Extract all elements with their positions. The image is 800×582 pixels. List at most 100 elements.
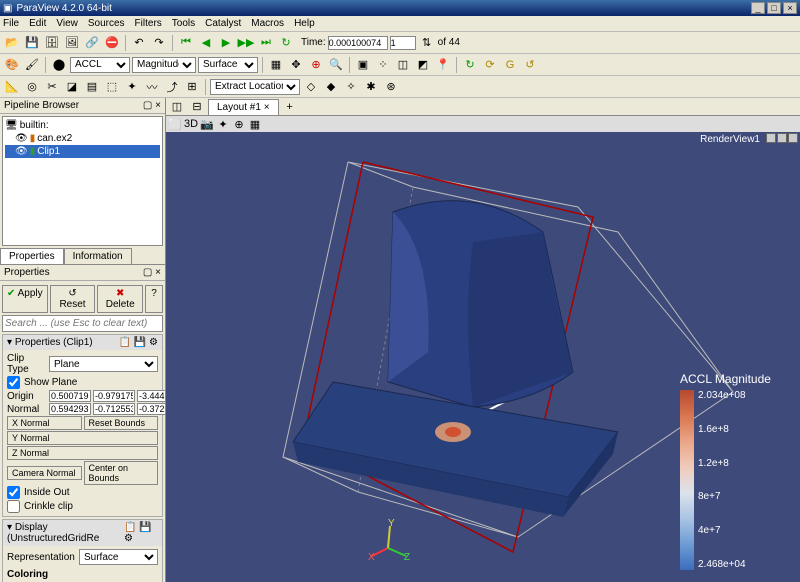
- menu-help[interactable]: Help: [294, 18, 315, 29]
- add-layout-icon[interactable]: +: [281, 98, 299, 116]
- minimize-button[interactable]: _: [751, 2, 765, 14]
- misc-filter3-icon[interactable]: ✧: [342, 78, 360, 96]
- view-3d-icon[interactable]: 3D: [184, 117, 198, 131]
- eye-icon[interactable]: 👁: [15, 133, 28, 144]
- xnormal-button[interactable]: X Normal: [7, 416, 82, 430]
- view-bounds-icon[interactable]: ▦: [248, 117, 262, 131]
- glyph-icon[interactable]: ✦: [123, 78, 141, 96]
- time-frame-input[interactable]: [390, 36, 416, 50]
- menu-macros[interactable]: Macros: [251, 18, 284, 29]
- menu-filters[interactable]: Filters: [135, 18, 162, 29]
- menu-edit[interactable]: Edit: [29, 18, 46, 29]
- misc-filter4-icon[interactable]: ✱: [362, 78, 380, 96]
- frame-spinner-icon[interactable]: ⇅: [418, 34, 436, 52]
- interaction-icon[interactable]: ✥: [287, 56, 305, 74]
- copy-icon[interactable]: 📋: [124, 522, 136, 533]
- restore-icon[interactable]: 💾: [139, 522, 151, 533]
- screenshot-icon[interactable]: 🖼: [63, 34, 81, 52]
- origin-x-input[interactable]: [49, 390, 91, 402]
- dock-close-icon[interactable]: ▢ ×: [143, 100, 161, 111]
- menu-tools[interactable]: Tools: [172, 18, 195, 29]
- zoom-data-icon[interactable]: 🔍: [327, 56, 345, 74]
- select-points-icon[interactable]: ⁘: [374, 56, 392, 74]
- color-legend[interactable]: ACCL Magnitude 2.034e+08 1.6e+8 1.2e+8 8…: [680, 372, 786, 570]
- repr-select[interactable]: Surface: [79, 549, 158, 565]
- render-view[interactable]: RenderView1: [166, 132, 800, 582]
- split-h-icon[interactable]: ◫: [168, 98, 186, 116]
- center-bounds-button[interactable]: Center on Bounds: [84, 461, 159, 485]
- vcr-next-icon[interactable]: ▶▶: [237, 34, 255, 52]
- contour-icon[interactable]: ◎: [23, 78, 41, 96]
- misc-filter5-icon[interactable]: ⊛: [382, 78, 400, 96]
- origin-y-input[interactable]: [93, 390, 135, 402]
- color-preset-icon[interactable]: 🎨: [3, 56, 21, 74]
- tab-information[interactable]: Information: [64, 248, 132, 264]
- help-button[interactable]: ?: [145, 285, 163, 313]
- cube-axes-icon[interactable]: ▦: [267, 56, 285, 74]
- connect-icon[interactable]: 🔗: [83, 34, 101, 52]
- search-input[interactable]: [2, 315, 163, 332]
- tab-properties[interactable]: Properties: [0, 248, 64, 264]
- clip-icon[interactable]: ✂: [43, 78, 61, 96]
- extract-icon[interactable]: ⬚: [103, 78, 121, 96]
- menu-file[interactable]: File: [3, 18, 19, 29]
- normal-x-input[interactable]: [49, 403, 91, 415]
- vcr-first-icon[interactable]: ⏮: [177, 34, 195, 52]
- open-icon[interactable]: 📂: [3, 34, 21, 52]
- probe-icon[interactable]: 📍: [434, 56, 452, 74]
- view-render-icon[interactable]: ⬜: [168, 117, 182, 131]
- copy-icon[interactable]: 📋: [119, 337, 131, 348]
- advanced-toggle-icon[interactable]: ⚙: [149, 337, 158, 348]
- layout-tab[interactable]: Layout #1 ×: [208, 99, 279, 115]
- vcr-loop-icon[interactable]: ↻: [277, 34, 295, 52]
- maximize-button[interactable]: □: [767, 2, 781, 14]
- split-v-icon[interactable]: ⊟: [188, 98, 206, 116]
- menu-sources[interactable]: Sources: [88, 18, 125, 29]
- select-frustum-icon[interactable]: ◫: [394, 56, 412, 74]
- reset-bounds-button[interactable]: Reset Bounds: [84, 416, 159, 430]
- warp-icon[interactable]: ⤴: [163, 78, 181, 96]
- display-section-header[interactable]: ▾ Display (UnstructuredGridRe 📋 💾 ⚙: [3, 520, 162, 546]
- redo-icon[interactable]: ↷: [150, 34, 168, 52]
- znormal-button[interactable]: Z Normal: [7, 446, 158, 460]
- origin-z-input[interactable]: [137, 390, 165, 402]
- clip-section-header[interactable]: ▾ Properties (Clip1) 📋 💾 ⚙: [3, 335, 162, 350]
- stream-icon[interactable]: 〰: [143, 78, 161, 96]
- normal-z-input[interactable]: [137, 403, 165, 415]
- calculator-icon[interactable]: 📐: [3, 78, 21, 96]
- cam-normal-button[interactable]: Camera Normal: [7, 466, 82, 480]
- view-camera-icon[interactable]: 📷: [200, 117, 214, 131]
- undo-icon[interactable]: ↶: [130, 34, 148, 52]
- advanced-toggle-icon[interactable]: ⚙: [124, 533, 133, 544]
- slice-icon[interactable]: ◪: [63, 78, 81, 96]
- inside-out-checkbox[interactable]: [7, 486, 20, 499]
- extract-location-select[interactable]: Extract Location: [210, 79, 300, 95]
- view-center-icon[interactable]: ⊕: [232, 117, 246, 131]
- restore-icon[interactable]: 💾: [134, 337, 146, 348]
- solid-color-icon[interactable]: ⬤: [50, 56, 68, 74]
- normal-y-input[interactable]: [93, 403, 135, 415]
- ynormal-button[interactable]: Y Normal: [7, 431, 158, 445]
- view-axes-icon[interactable]: ✦: [216, 117, 230, 131]
- group-icon[interactable]: ⊞: [183, 78, 201, 96]
- reset-plusy-icon[interactable]: ⟳: [481, 56, 499, 74]
- time-value-input[interactable]: [328, 36, 388, 50]
- color-attr-select[interactable]: Magnitude: [132, 57, 196, 73]
- vcr-play-icon[interactable]: ▶: [217, 34, 235, 52]
- select-cells-icon[interactable]: ▣: [354, 56, 372, 74]
- menu-view[interactable]: View: [56, 18, 78, 29]
- reset-plusx-icon[interactable]: ↻: [461, 56, 479, 74]
- dock-close-icon[interactable]: ▢ ×: [143, 267, 161, 278]
- pick-icon[interactable]: ⊕: [307, 56, 325, 74]
- clip-type-select[interactable]: Plane: [49, 356, 158, 372]
- misc-filter2-icon[interactable]: ◆: [322, 78, 340, 96]
- show-plane-checkbox[interactable]: [7, 376, 20, 389]
- crinkle-checkbox[interactable]: [7, 500, 20, 513]
- color-field-select[interactable]: ACCL: [70, 57, 130, 73]
- threshold-icon[interactable]: ▤: [83, 78, 101, 96]
- apply-button[interactable]: ✔ Apply: [2, 285, 48, 313]
- representation-select[interactable]: Surface: [198, 57, 258, 73]
- vcr-last-icon[interactable]: ⏭: [257, 34, 275, 52]
- misc-filter1-icon[interactable]: ◇: [302, 78, 320, 96]
- select-block-icon[interactable]: ◩: [414, 56, 432, 74]
